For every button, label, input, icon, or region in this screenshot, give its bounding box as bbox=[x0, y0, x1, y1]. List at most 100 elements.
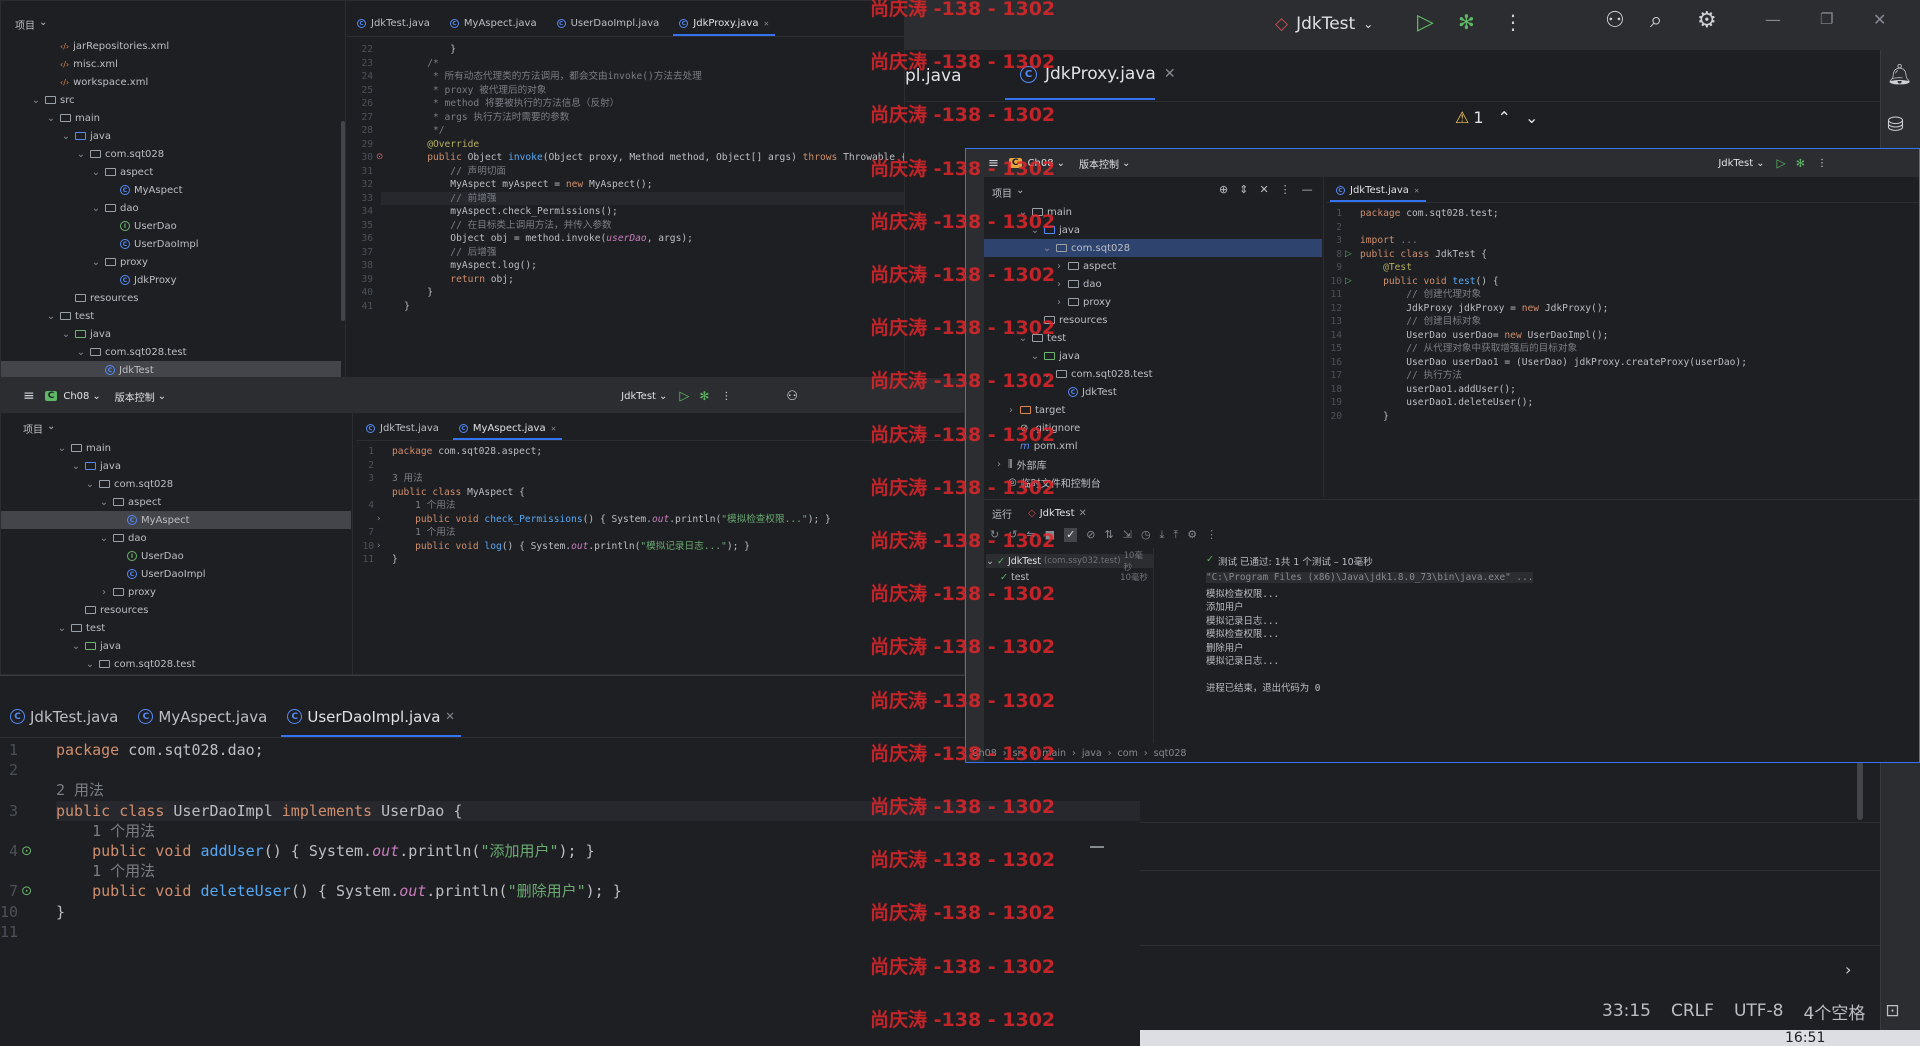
tree-item[interactable]: › target bbox=[984, 401, 1322, 419]
tree-item[interactable]: ‹/› jarRepositories.xml bbox=[1, 37, 341, 55]
run-test-icon[interactable]: ▷ bbox=[1345, 248, 1352, 262]
tree-item[interactable]: C JdkTest bbox=[1, 361, 341, 377]
tree-item[interactable]: C MyAspect bbox=[1, 511, 351, 529]
editor-tab[interactable]: C MyAspect.java bbox=[440, 11, 547, 36]
chevron-down-icon[interactable]: ⌄ bbox=[1042, 243, 1052, 254]
tree-item[interactable]: ⌄ main bbox=[1, 109, 341, 127]
chevron-right-icon[interactable]: › bbox=[994, 459, 1004, 470]
more-icon[interactable]: ⋮ bbox=[1817, 158, 1827, 169]
settings-icon[interactable]: ⚙ bbox=[1697, 8, 1717, 33]
project-header[interactable]: 项目 ⌄ bbox=[992, 185, 1024, 200]
chevron-right-icon[interactable]: › bbox=[377, 540, 380, 554]
tree-item[interactable]: ⌄ java bbox=[1, 637, 351, 655]
tree-item[interactable]: ‹/› misc.xml bbox=[1, 55, 341, 73]
vcs-menu[interactable]: 版本控制 bbox=[1079, 156, 1119, 171]
locate-icon[interactable]: ⊕ bbox=[1219, 183, 1228, 196]
close-tab-icon[interactable]: ✕ bbox=[1414, 187, 1420, 195]
breadcrumb-item[interactable]: java bbox=[1082, 748, 1102, 759]
chevron-down-icon[interactable]: ⌄ bbox=[91, 203, 101, 214]
expand-icon[interactable]: ⇕ bbox=[1239, 183, 1248, 196]
chevron-down-icon[interactable]: ⌄ bbox=[91, 257, 101, 268]
bg-run-config[interactable]: ◇ JdkTest ⌄ bbox=[1275, 14, 1373, 34]
editor-tab[interactable]: C JdkTest.java ✕ bbox=[1326, 179, 1430, 202]
tree-item[interactable]: ⌄ com.sqt028 bbox=[1, 145, 341, 163]
chevron-down-icon[interactable]: ⌄ bbox=[46, 113, 56, 124]
hide-icon[interactable]: — bbox=[1302, 183, 1313, 196]
chevron-right-icon[interactable]: › bbox=[1054, 261, 1064, 272]
implement-icon[interactable]: ⊙ bbox=[21, 881, 32, 901]
chevron-right-icon[interactable]: › bbox=[377, 513, 380, 527]
tree-item[interactable]: ⌄ main bbox=[1, 439, 351, 457]
more-icon[interactable]: ⋮ bbox=[1503, 10, 1523, 34]
tree-item[interactable]: ⌄ aspect bbox=[1, 163, 341, 181]
editor-tab[interactable]: C JdkTest.java bbox=[356, 417, 449, 440]
code-editor[interactable]: 22 } 23 /* 24 * 所有动态代理类的方法调用，都会交由invoke()方… bbox=[347, 43, 904, 377]
tree-item[interactable]: I UserDao bbox=[1, 217, 341, 235]
tree-item[interactable]: ⌄ dao bbox=[1, 199, 341, 217]
project-header[interactable]: 项目 ⌄ bbox=[15, 17, 47, 32]
project-header[interactable]: 项目 ⌄ bbox=[23, 421, 55, 436]
tree-item[interactable]: C UserDaoImpl bbox=[1, 235, 341, 253]
file-encoding[interactable]: UTF-8 bbox=[1734, 1001, 1784, 1021]
editor-tab[interactable]: C MyAspect.java ✕ bbox=[449, 417, 566, 440]
tree-item[interactable]: resources bbox=[1, 289, 341, 307]
chevron-right-icon[interactable]: › bbox=[1845, 960, 1851, 979]
chevron-down-icon[interactable]: ⌄ bbox=[71, 461, 81, 472]
tree-item[interactable]: resources bbox=[1, 601, 351, 619]
tree-item[interactable]: ⌄ java bbox=[1, 127, 341, 145]
tree-item[interactable]: ⌄ com.sqt028 bbox=[1, 475, 351, 493]
sort-duration-icon[interactable]: ⇲ bbox=[1123, 528, 1132, 542]
debug-icon[interactable]: ✻ bbox=[1796, 157, 1805, 170]
tree-item[interactable]: ⌄ java bbox=[1, 325, 341, 343]
export-icon[interactable]: ⤒ bbox=[1173, 528, 1178, 542]
tree-item[interactable]: ⌄ com.sqt028.test bbox=[1, 343, 341, 361]
minimize-icon[interactable]: — bbox=[1765, 10, 1781, 29]
more-icon[interactable]: ⋮ bbox=[721, 391, 731, 402]
tree-item[interactable]: ‹/› workspace.xml bbox=[1, 73, 341, 91]
tree-item[interactable]: › ⫼ 外部库 bbox=[984, 455, 1322, 473]
chevron-down-icon[interactable]: ⌄ bbox=[57, 623, 67, 634]
arrow-down-icon[interactable]: ⌄ bbox=[1525, 108, 1538, 127]
collapse-icon[interactable]: ✕ bbox=[1259, 183, 1268, 196]
chevron-down-icon[interactable]: ⌄ bbox=[1030, 351, 1040, 362]
tree-item[interactable]: › proxy bbox=[984, 293, 1322, 311]
breadcrumb-item[interactable]: com bbox=[1118, 748, 1138, 759]
editor-tab[interactable]: C MyAspect.java bbox=[128, 696, 277, 737]
search-icon[interactable]: ⌕ bbox=[1650, 8, 1662, 33]
chevron-down-icon[interactable]: ⌄ bbox=[91, 167, 101, 178]
editor-tab[interactable]: C JdkProxy.java ✕ bbox=[669, 11, 779, 36]
settings-icon[interactable]: ⚙ bbox=[1187, 528, 1197, 542]
close-tab-icon[interactable]: ✕ bbox=[763, 20, 769, 28]
run-test-icon[interactable]: ▷ bbox=[1345, 275, 1352, 289]
close-icon[interactable]: ✕ bbox=[1873, 10, 1886, 29]
debug-icon[interactable]: ✻ bbox=[699, 389, 709, 403]
tree-item[interactable]: ⌄ java bbox=[1, 457, 351, 475]
chevron-down-icon[interactable]: ⌄ bbox=[31, 95, 41, 106]
chevron-down-icon[interactable]: ⌄ bbox=[85, 659, 95, 670]
console-output[interactable]: "C:\Program Files (x86)\Java\jdk1.8.0_73… bbox=[1206, 572, 1906, 742]
editor-tab[interactable]: C JdkTest.java bbox=[0, 696, 128, 737]
indent-setting[interactable]: 4个空格 bbox=[1804, 999, 1866, 1024]
tree-item[interactable]: I UserDao bbox=[1, 547, 351, 565]
chevron-down-icon[interactable]: ⌄ bbox=[57, 443, 67, 454]
tree-item[interactable]: ⌄ com.sqt028.test bbox=[1, 655, 351, 673]
override-icon[interactable]: ⊙ bbox=[376, 151, 383, 165]
chevron-down-icon[interactable]: ⌄ bbox=[46, 311, 56, 322]
close-tab-icon[interactable]: ✕ bbox=[1078, 508, 1086, 519]
show-ignored-icon[interactable]: ⊘ bbox=[1086, 528, 1095, 542]
chevron-down-icon[interactable]: ⌄ bbox=[76, 149, 86, 160]
chevron-right-icon[interactable]: › bbox=[1054, 297, 1064, 308]
more-icon[interactable]: ⋮ bbox=[1280, 183, 1291, 196]
chevron-down-icon[interactable]: ⌄ bbox=[71, 641, 81, 652]
tree-item[interactable]: ⌄ src bbox=[1, 91, 341, 109]
line-separator[interactable]: CRLF bbox=[1671, 1001, 1714, 1021]
chevron-right-icon[interactable]: › bbox=[99, 587, 109, 598]
project-name[interactable]: Ch08 bbox=[63, 391, 89, 402]
close-tab-icon[interactable]: ✕ bbox=[1164, 66, 1176, 82]
notifications-icon[interactable]: 🔔︎ bbox=[1887, 62, 1912, 86]
show-passed-icon[interactable]: ✓ bbox=[1064, 528, 1078, 542]
run-icon[interactable]: ▷ bbox=[679, 389, 689, 404]
tree-item[interactable]: ⌄ test bbox=[1, 307, 341, 325]
tree-item[interactable]: ⌄ proxy bbox=[1, 253, 341, 271]
tree-item[interactable]: ⌄ aspect bbox=[1, 493, 351, 511]
